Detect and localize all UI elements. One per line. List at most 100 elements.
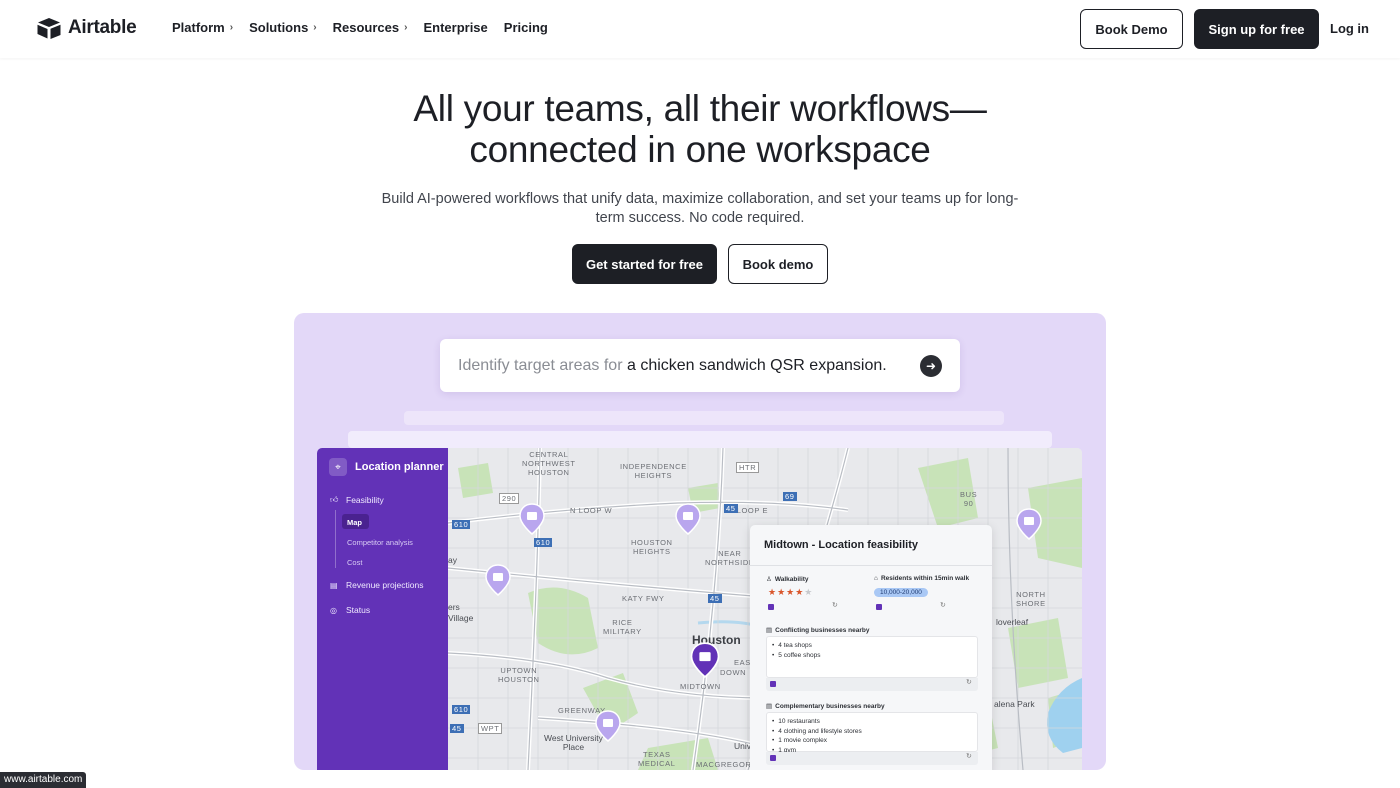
sign-up-button[interactable]: Sign up for free: [1194, 9, 1319, 49]
map-label-text: loverleaf: [996, 617, 1029, 627]
walkability-label-text: Walkability: [774, 575, 809, 583]
sidebar-tree-line: [335, 510, 336, 568]
hero-subtitle: Build AI-powered workflows that unify da…: [381, 191, 1019, 226]
nav-platform[interactable]: Platform ›: [172, 20, 233, 35]
sidebar-item-status[interactable]: ◎ Status: [330, 605, 370, 615]
sidebar-item-competitor-analysis[interactable]: Competitor analysis: [347, 538, 413, 547]
status-bar-url: www.airtable.com: [0, 772, 87, 788]
hero-book-demo-button[interactable]: Book demo: [728, 244, 828, 284]
map-pin-icon: ⌖: [329, 458, 347, 476]
refresh-icon[interactable]: ↻: [832, 601, 838, 609]
primary-nav: Platform › Solutions › Resources › Enterpri…: [172, 20, 564, 35]
list-item: 10 restaurants: [772, 717, 862, 727]
map-label: alena Park: [994, 700, 1035, 709]
field-footer: [766, 752, 978, 765]
map-label-text: HOUSTON HEIGHTS: [631, 538, 673, 556]
highway-shield: 45: [724, 504, 738, 513]
map-label-text: MIDTOWN: [680, 682, 721, 691]
map-label-text: KATY FWY: [622, 594, 665, 603]
list-item: 4 clothing and lifestyle stores: [772, 727, 861, 737]
nav-solutions-label: Solutions: [249, 20, 309, 35]
refresh-icon[interactable]: ↻: [966, 752, 972, 760]
highway-shield: BUS 90: [960, 490, 978, 508]
residents-field-label: ⌂ Residents within 15min walk: [874, 575, 969, 582]
chevron-right-icon: ›: [404, 22, 408, 33]
map-label-text: alena Park: [994, 699, 1035, 709]
map-label-text: Univ: [734, 741, 752, 751]
sidebar-item-map[interactable]: Map: [347, 518, 362, 527]
highway-shield: 290: [499, 493, 520, 504]
map-label: MACGREGOR: [696, 760, 751, 769]
residents-badge: 10,000-20,000: [874, 588, 928, 597]
list-icon: ▤: [766, 627, 773, 634]
highway-shield: HTR: [736, 462, 760, 473]
list-icon: ▤: [766, 703, 773, 710]
nav-pricing[interactable]: Pricing: [504, 20, 548, 35]
sidebar-feasibility-label: Feasibility: [346, 495, 384, 505]
hero-title-line1: All your teams, all their workflows—: [413, 88, 987, 129]
sidebar-item-feasibility[interactable]: 👍︎ Feasibility: [330, 495, 384, 505]
prompt-emphasis: a chicken sandwich QSR expansion.: [626, 356, 887, 374]
highway-shield: 610: [534, 538, 553, 547]
map-label: TEXAS MEDICAL: [638, 750, 676, 768]
residents-label-text: Residents within 15min walk: [880, 575, 970, 582]
arrow-right-icon[interactable]: ➜: [920, 355, 942, 377]
nav-resources[interactable]: Resources ›: [333, 20, 408, 35]
map-label-text: INDEPENDENCE HEIGHTS: [620, 462, 687, 480]
product-showcase: Identify target areas for a chicken sand…: [294, 313, 1106, 770]
map-label-text: MACGREGOR: [696, 760, 752, 769]
highway-shield: WPT: [478, 723, 503, 734]
ai-field-icon: [770, 681, 776, 687]
map-label-text: ers: [448, 602, 460, 612]
chart-icon: ▤: [330, 580, 338, 590]
ai-prompt-input[interactable]: Identify target areas for a chicken sand…: [440, 339, 960, 392]
conflicting-list: 4 tea shops 5 coffee shops: [772, 641, 820, 660]
sidebar-revenue-label: Revenue projections: [346, 580, 424, 590]
location-pin-icon[interactable]: [485, 564, 511, 596]
get-started-button[interactable]: Get started for free: [572, 244, 717, 284]
location-pin-icon[interactable]: [519, 503, 545, 535]
location-pin-icon[interactable]: [595, 710, 621, 742]
map-view[interactable]: CENTRAL NORTHWEST HOUSTON INDEPENDENCE H…: [448, 448, 1082, 770]
nav-solutions[interactable]: Solutions ›: [249, 20, 317, 35]
map-label: Village: [448, 614, 473, 623]
book-demo-button[interactable]: Book Demo: [1080, 9, 1183, 49]
highway-shield: 45: [708, 594, 722, 603]
star-filled-icon: ★★★★: [768, 587, 805, 597]
field-footer: [766, 678, 978, 691]
map-label: NEAR NORTHSIDE: [705, 549, 754, 567]
chevron-right-icon: ›: [313, 22, 317, 33]
map-label-text: DOWN: [720, 668, 747, 677]
nav-enterprise[interactable]: Enterprise: [423, 20, 487, 35]
location-pin-icon[interactable]: [1016, 508, 1042, 540]
refresh-icon[interactable]: ↻: [966, 678, 972, 686]
map-label: KATY FWY: [622, 594, 664, 603]
card-title: Midtown - Location feasibility: [764, 539, 918, 551]
map-label: N LOOP W: [570, 506, 612, 515]
sidebar-item-revenue-projections[interactable]: ▤ Revenue projections: [330, 580, 424, 590]
sidebar-item-cost[interactable]: Cost: [347, 558, 362, 567]
list-item: 5 coffee shops: [772, 651, 820, 661]
brand-name: Airtable: [68, 17, 137, 38]
walkability-rating: ★★★★★: [768, 587, 813, 598]
location-pin-icon[interactable]: [675, 503, 701, 535]
thumbs-up-icon: 👍︎: [330, 495, 339, 504]
map-label-text: UPTOWN HOUSTON: [498, 666, 540, 684]
prompt-text: Identify target areas for a chicken sand…: [458, 357, 887, 375]
airtable-logo[interactable]: Airtable: [36, 16, 137, 40]
map-label: CENTRAL NORTHWEST HOUSTON: [522, 450, 576, 477]
selected-location-pin-icon[interactable]: [690, 642, 720, 678]
map-label-text: CENTRAL NORTHWEST HOUSTON: [522, 450, 576, 477]
log-in-link[interactable]: Log in: [1330, 21, 1369, 36]
map-label-text: RICE MILITARY: [603, 618, 642, 636]
map-label: EAS: [734, 658, 751, 667]
refresh-icon[interactable]: ↻: [940, 601, 946, 609]
map-label-text: NEAR NORTHSIDE: [705, 549, 755, 567]
map-label: MIDTOWN: [680, 682, 721, 691]
airtable-logo-icon: [37, 18, 61, 39]
sidebar-status-label: Status: [346, 605, 371, 615]
conflicting-label-text: Conflicting businesses nearby: [775, 626, 870, 634]
walkability-field-label: ♙ Walkability: [766, 575, 809, 584]
app-title: Location planner: [355, 461, 444, 473]
chevron-right-icon: ›: [229, 22, 234, 33]
